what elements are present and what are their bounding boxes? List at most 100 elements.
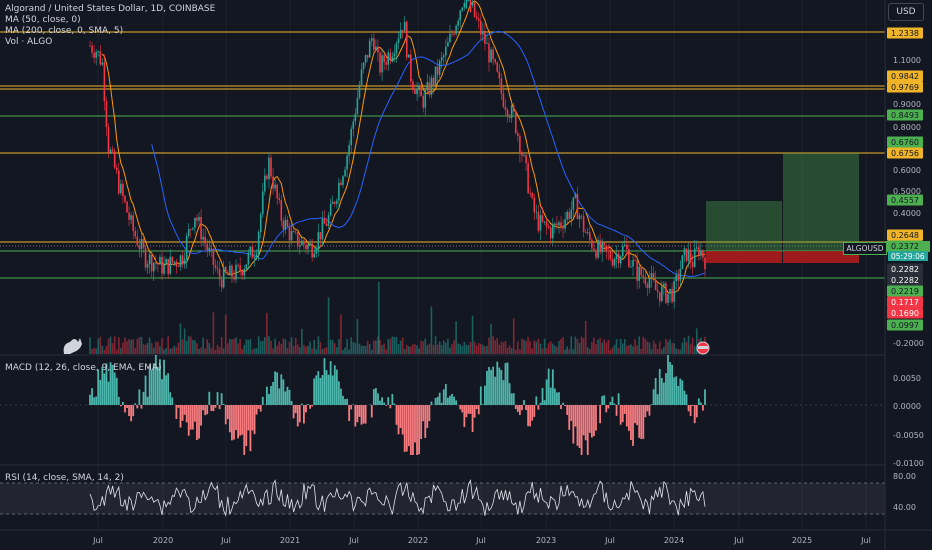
volume-bar: [189, 336, 192, 354]
macd-bar: [473, 405, 476, 418]
volume-bar: [342, 349, 344, 354]
volume-bar: [426, 345, 429, 354]
candle-body: [381, 55, 383, 73]
macd-bar: [632, 405, 634, 446]
macd-bar: [409, 405, 412, 455]
price-chart[interactable]: 1.10001.00000.90000.80000.60000.50000.40…: [0, 0, 932, 550]
volume-legend[interactable]: Vol · ALGO: [5, 37, 215, 48]
volume-bar: [122, 342, 124, 354]
volume-bar: [549, 341, 552, 354]
candle-body: [167, 259, 169, 274]
macd-bar: [364, 405, 367, 424]
macd-bar: [253, 405, 256, 435]
candle-body: [165, 259, 167, 264]
macd-bar: [521, 405, 523, 411]
macd-bar: [288, 389, 291, 405]
macd-bar: [652, 389, 655, 405]
volume-bar: [611, 347, 614, 354]
candle-body: [512, 105, 515, 112]
candle-body: [636, 260, 638, 281]
macd-bar: [463, 405, 466, 427]
candle-body: [222, 266, 225, 288]
macd-bar: [268, 393, 270, 405]
ma50-legend[interactable]: MA (50, close, 0): [5, 15, 215, 26]
volume-bar: [101, 345, 104, 354]
candle-body: [480, 20, 482, 35]
candle-body: [148, 254, 151, 265]
candle-body: [644, 276, 647, 285]
candle-body: [356, 97, 359, 114]
volume-bar: [405, 344, 408, 354]
macd-bar: [220, 393, 223, 405]
candle-body: [621, 246, 624, 257]
macd-legend[interactable]: MACD (12, 26, close, 9, EMA, EMA): [5, 363, 162, 373]
macd-bar: [228, 405, 231, 433]
candle-body: [301, 240, 303, 246]
macd-bar: [261, 396, 264, 405]
candle-body: [459, 10, 462, 21]
volume-bar: [667, 341, 669, 354]
volume-bar: [126, 341, 128, 354]
volume-bar: [597, 339, 599, 354]
candle-body: [379, 52, 381, 73]
volume-bar: [364, 345, 367, 354]
volume-bar: [95, 348, 97, 354]
candle-body: [500, 78, 503, 94]
candle-body: [311, 243, 313, 258]
macd-bar: [549, 387, 552, 405]
volume-bar: [529, 341, 531, 354]
volume-bar: [134, 348, 137, 354]
rsi-legend[interactable]: RSI (14, close, SMA, 14, 2): [5, 473, 124, 483]
macd-bar: [449, 395, 451, 405]
candle-body: [638, 266, 640, 281]
volume-bar: [420, 340, 422, 354]
volume-bar: [136, 338, 139, 354]
volume-bar: [113, 336, 116, 354]
ma200-legend[interactable]: MA (200, close, 0, SMA, 5): [5, 26, 215, 37]
time-tick-label: 2024: [664, 536, 684, 545]
macd-bar: [391, 394, 394, 405]
macd-bar: [488, 367, 490, 405]
macd-bar: [444, 384, 447, 405]
macd-bar: [504, 362, 507, 405]
candle-body: [461, 7, 464, 11]
volume-bar: [459, 344, 462, 354]
candle-body: [412, 81, 414, 89]
candle-body: [656, 290, 659, 293]
candle-body: [346, 155, 348, 170]
volume-bar: [356, 319, 359, 354]
macd-bar: [578, 405, 581, 448]
volume-bar: [231, 339, 233, 354]
candle-body: [282, 220, 285, 230]
macd-bar: [669, 362, 671, 405]
candle-body: [138, 245, 141, 250]
candle-body: [488, 43, 490, 63]
candle-body: [702, 250, 704, 258]
volume-bar: [615, 338, 618, 354]
candle-body: [313, 253, 315, 258]
volume-bar: [373, 340, 375, 354]
macd-bar: [103, 373, 106, 405]
volume-bar: [202, 337, 204, 354]
candle-body: [255, 253, 258, 258]
volume-bar: [440, 345, 443, 354]
candle-body: [253, 257, 256, 259]
macd-bar: [436, 396, 439, 405]
candle-body: [408, 54, 410, 58]
macd-bar: [362, 405, 365, 424]
volume-bar: [381, 345, 383, 354]
macd-bar: [440, 402, 443, 405]
candle-body: [202, 236, 204, 240]
volume-bar: [103, 349, 106, 354]
volume-bar: [173, 345, 176, 354]
symbol-title[interactable]: Algorand / United States Dollar, 1D, COI…: [5, 4, 215, 15]
macd-bar: [500, 370, 503, 405]
volume-bar: [130, 339, 132, 354]
currency-button[interactable]: USD: [888, 3, 924, 21]
candle-body: [97, 51, 100, 52]
candle-body: [617, 253, 620, 264]
candle-body: [599, 240, 601, 253]
macd-bar: [627, 405, 630, 431]
candle-body: [661, 286, 663, 302]
candle-body: [640, 266, 643, 276]
